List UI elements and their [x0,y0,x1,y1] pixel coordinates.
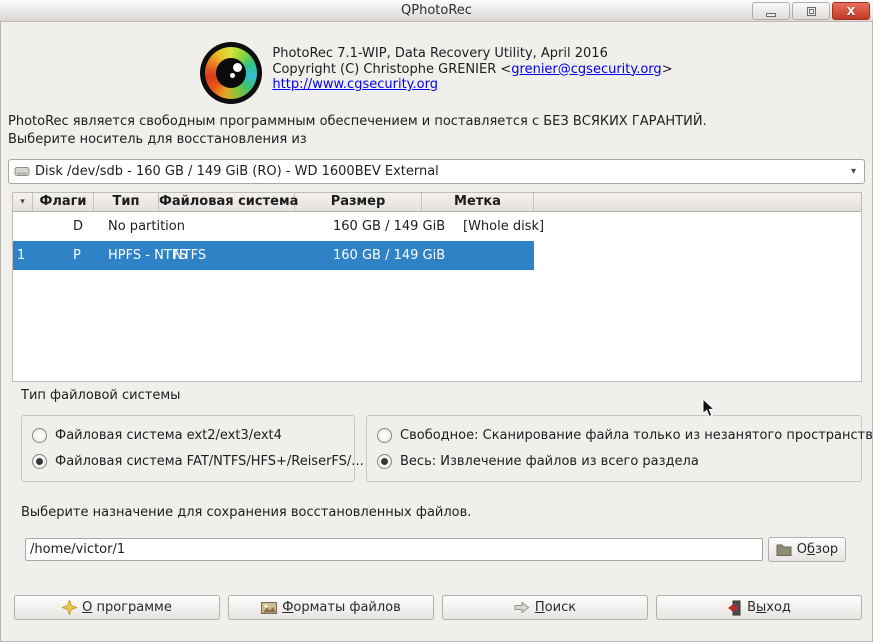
radio-fat-ntfs-hfs[interactable]: Файловая система FAT/NTFS/HFS+/ReiserFS/… [32,454,364,469]
window-title: QPhotoRec [401,3,472,18]
maximize-button[interactable] [792,2,830,20]
radio-label: Файловая система FAT/NTFS/HFS+/ReiserFS/… [55,454,364,469]
close-button[interactable]: X [832,2,870,20]
media-select-label: Выберите носитель для восстановления из [8,132,307,147]
disk-icon [14,165,30,178]
cell-size: 160 GB / 149 GiB [333,219,446,234]
sort-column-header[interactable]: ▾ [13,193,33,211]
arrow-right-icon [514,601,530,614]
copyright-suffix: > [661,61,673,77]
copyright-line: Copyright (C) Christophe GRENIER <grenie… [272,62,672,78]
cell-flags: D [73,219,84,234]
fs-type-groupbox: Файловая система ext2/ext3/ext4 Файловая… [21,415,364,482]
radio-label: Весь: Извлечение файлов из всего раздела [400,454,699,469]
radio-label: Свободное: Сканирование файла только из … [400,428,873,443]
about-button[interactable]: О программе [14,595,220,620]
cell-size: 160 GB / 149 GiB [333,248,446,263]
radio-ext2-ext3-ext4[interactable]: Файловая система ext2/ext3/ext4 [32,428,282,443]
email-link[interactable]: grenier@cgsecurity.org [511,62,661,77]
media-select-value: Disk /dev/sdb - 160 GB / 149 GiB (RO) - … [35,164,439,179]
fs-type-label: Тип файловой системы [21,388,181,403]
scan-mode-groupbox: Свободное: Сканирование файла только из … [366,415,873,482]
partition-table[interactable]: ▾ Флаги Тип Файловая система Размер Метк… [12,192,862,382]
destination-path-input[interactable] [25,538,763,561]
cell-type: No partition [108,219,185,234]
cell-filesystem: NTFS [173,248,207,263]
website-link[interactable]: http://www.cgsecurity.org [272,77,438,92]
partition-table-header: ▾ Флаги Тип Файловая система Размер Метк… [13,193,861,212]
window-controls: X [752,2,870,20]
table-row-partition-1[interactable]: 1 P HPFS - NTFS NTFS 160 GB / 149 GiB [13,241,534,270]
quit-button[interactable]: Выход [656,595,862,620]
brand-text: PhotoRec 7.1-WIP, Data Recovery Utility,… [272,42,672,93]
radio-label: Файловая система ext2/ext3/ext4 [55,428,282,443]
cell-flags: P [73,248,81,263]
title-bar[interactable]: QPhotoRec X [0,0,873,22]
website-line: http://www.cgsecurity.org [272,77,672,93]
maximize-icon [806,6,816,16]
file-formats-button-label: Форматы файлов [282,600,401,615]
file-formats-button[interactable]: Форматы файлов [228,595,434,620]
column-header-type[interactable]: Тип [94,193,159,211]
cell-label: [Whole disk] [463,219,545,234]
image-icon [261,601,278,614]
search-button[interactable]: Поиск [442,595,648,620]
logo-glint [233,63,243,72]
radio-whole-partition[interactable]: Весь: Извлечение файлов из всего раздела [377,454,699,469]
copyright-prefix: Copyright (C) Christophe GRENIER < [272,61,512,77]
minimize-icon [766,12,776,17]
destination-label: Выберите назначение для сохранения восст… [21,505,472,520]
radio-icon [377,428,392,443]
radio-icon [32,428,47,443]
radio-dot [381,458,388,465]
table-row-whole-disk[interactable]: D No partition 160 GB / 149 GiB [Whole d… [13,212,544,241]
column-header-flags[interactable]: Флаги [33,193,94,211]
chevron-down-icon: ▾ [850,166,856,177]
folder-icon [776,544,792,556]
photorec-logo-icon [200,42,263,104]
close-icon: X [846,4,856,18]
radio-dot [36,458,43,465]
radio-free-space[interactable]: Свободное: Сканирование файла только из … [377,428,873,443]
column-header-size[interactable]: Размер [295,193,422,211]
search-button-label: Поиск [534,600,577,615]
qphotorec-window: QPhotoRec X PhotoRec 7.1-WIP, Data Recov… [0,0,873,642]
version-line: PhotoRec 7.1-WIP, Data Recovery Utility,… [272,46,608,61]
cell-num: 1 [17,248,26,263]
exit-door-icon [728,600,741,615]
brand-header: PhotoRec 7.1-WIP, Data Recovery Utility,… [0,42,873,104]
column-header-filesystem[interactable]: Файловая система [159,193,298,211]
radio-icon [377,454,392,469]
action-button-row: О программе Форматы файлов Поиск Выход [14,595,862,620]
star-icon [62,600,78,615]
media-select[interactable]: Disk /dev/sdb - 160 GB / 149 GiB (RO) - … [8,159,865,184]
about-button-label: О программе [82,600,172,615]
sort-arrow-icon: ▾ [20,197,25,207]
minimize-button[interactable] [752,2,790,20]
browse-button-label: Обзор [796,542,839,557]
browse-button[interactable]: Обзор [768,537,846,562]
logo-glint [230,73,236,78]
quit-button-label: Выход [747,600,791,615]
radio-icon [32,454,47,469]
column-header-label[interactable]: Метка [422,193,534,211]
license-note: PhotoRec является свободным программным … [8,114,707,129]
